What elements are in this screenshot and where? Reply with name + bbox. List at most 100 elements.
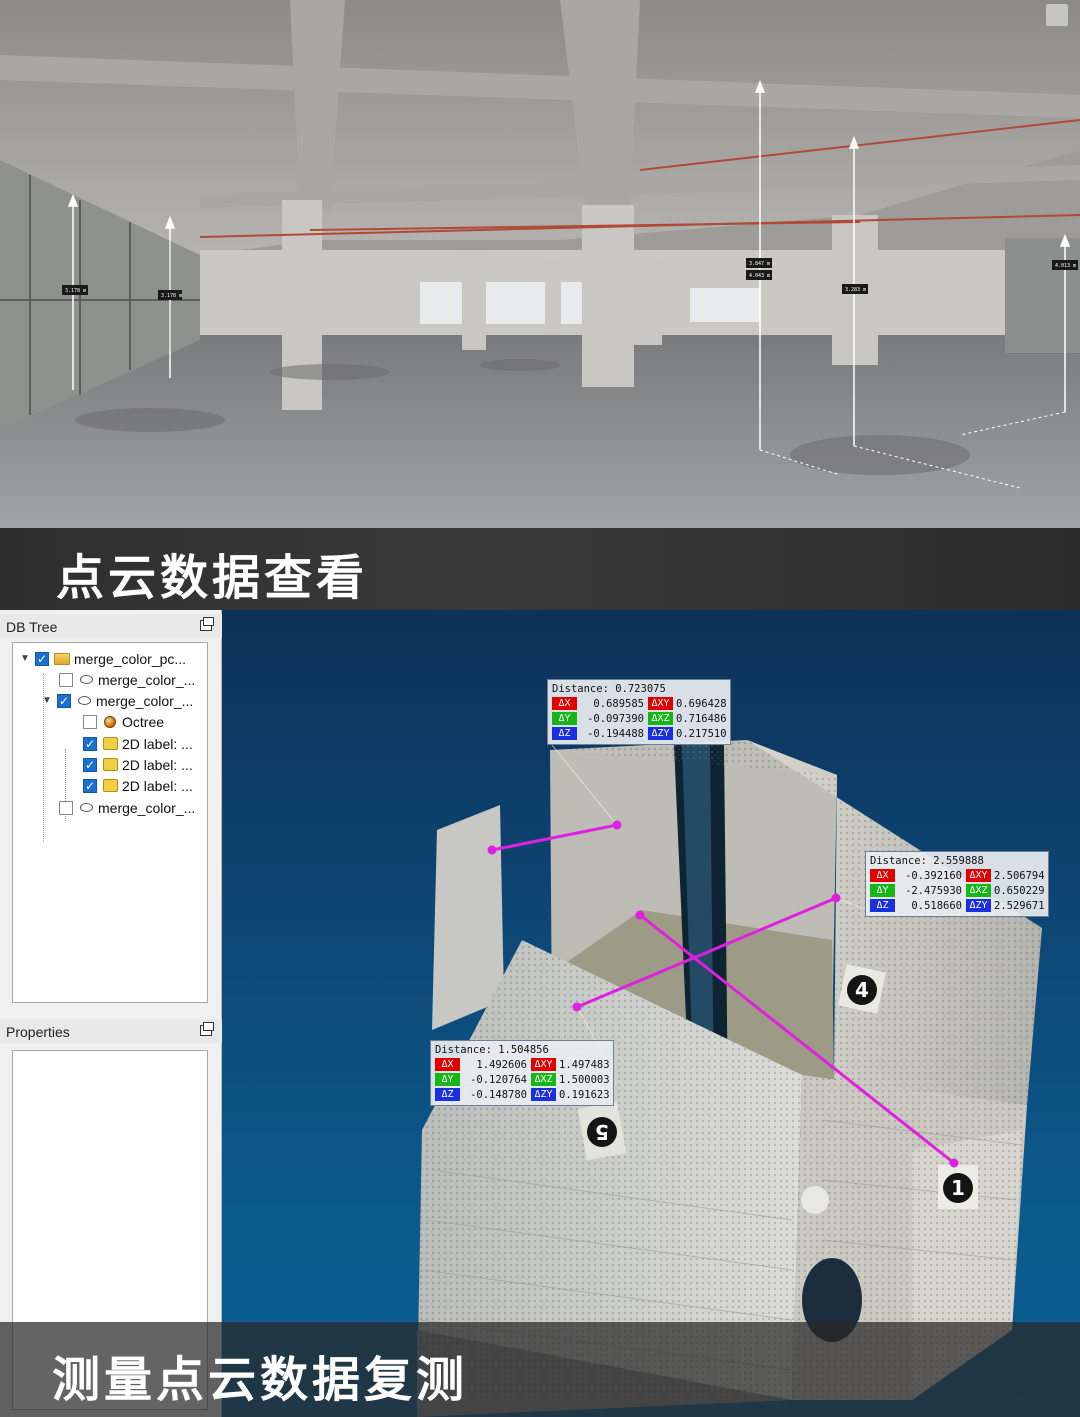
- delta-tag: ΔXZ: [531, 1073, 556, 1086]
- folder-icon: [54, 652, 70, 665]
- point-cloud-icon: [79, 803, 93, 812]
- delta-value: -2.475930: [905, 884, 962, 897]
- delta-tag: ΔZ: [870, 899, 895, 912]
- label-icon: [102, 758, 118, 771]
- delta-tag: ΔZY: [648, 727, 673, 740]
- delta-value: 2.529671: [994, 899, 1045, 912]
- delta-value: -0.097390: [587, 712, 644, 725]
- delta-tag: ΔXZ: [648, 712, 673, 725]
- delta-value: -0.392160: [905, 869, 962, 882]
- block-number-4: 4: [855, 978, 869, 1002]
- delta-tag: ΔY: [870, 884, 895, 897]
- measure-tag-3: 3.847 m: [749, 261, 770, 267]
- delta-tag: ΔXZ: [966, 884, 991, 897]
- delta-value: 0.650229: [994, 884, 1045, 897]
- delta-value: 0.716486: [676, 712, 727, 725]
- delta-value: -0.148780: [470, 1088, 527, 1101]
- octree-icon: [104, 715, 116, 728]
- checkbox-checked[interactable]: ✓: [57, 693, 71, 708]
- tree-item-label: 2D label: ...: [122, 756, 193, 773]
- delta-tag: ΔZY: [966, 899, 991, 912]
- point-cloud-icon: [77, 696, 91, 705]
- tree-item-cloud-2[interactable]: ▼ ✓ merge_color_...: [41, 690, 193, 711]
- delta-value: 0.518660: [911, 899, 962, 912]
- tree-item-label: Octree: [122, 713, 165, 730]
- tree-item-root[interactable]: ▼ ✓ merge_color_pc...: [19, 648, 186, 669]
- delta-tag: ΔY: [552, 712, 577, 725]
- distance-title: Distance: 2.559888: [870, 855, 984, 867]
- label-icon: [102, 737, 118, 750]
- delta-value: 0.217510: [676, 727, 727, 740]
- delta-tag: ΔY: [435, 1073, 460, 1086]
- tree-item-label: merge_color_...: [98, 671, 196, 688]
- checkbox-unchecked[interactable]: [59, 672, 73, 687]
- float-icon[interactable]: [200, 1022, 214, 1036]
- delta-value: 1.492606: [476, 1058, 527, 1071]
- top-panel: 3.178 m 3.178 m 3.847 m 4.043 m 3.283 m …: [0, 0, 1080, 610]
- tree-item-label: merge_color_...: [98, 799, 196, 816]
- tree-item-label: 2D label: ...: [122, 735, 193, 752]
- checkbox-unchecked[interactable]: [59, 800, 73, 815]
- tree-item-label: 2D label: ...: [122, 777, 193, 794]
- corner-icon: [1046, 4, 1068, 26]
- checkbox-unchecked[interactable]: [83, 714, 97, 729]
- delta-tag: ΔZY: [531, 1088, 556, 1101]
- properties-title: Properties: [6, 1024, 70, 1040]
- tree-item-cloud-3[interactable]: merge_color_...: [59, 797, 195, 818]
- tree-item-label: merge_color_...: [96, 692, 194, 709]
- left-dock: DB Tree ▼ ✓ merge_color_pc... merge_colo…: [0, 610, 222, 1417]
- top-caption-bar: 点云数据查看: [0, 528, 1080, 610]
- distance-label-1[interactable]: Distance: 0.723075 ΔX 0.689585 ΔXY 0.696428…: [547, 679, 731, 745]
- tree-item-octree[interactable]: Octree: [83, 711, 164, 732]
- 3d-viewport[interactable]: 4 5 1 Distance: 0.723075 ΔX 0.689585 ΔXY…: [222, 610, 1080, 1417]
- db-tree-title: DB Tree: [6, 619, 58, 635]
- point-cloud-scene-image: 3.178 m 3.178 m 3.847 m 4.043 m 3.283 m …: [0, 0, 1080, 528]
- delta-value: -0.120764: [470, 1073, 527, 1086]
- delta-tag: ΔZ: [552, 727, 577, 740]
- delta-tag: ΔXY: [966, 869, 991, 882]
- delta-tag: ΔZ: [435, 1088, 460, 1101]
- cloudcompare-window: DB Tree ▼ ✓ merge_color_pc... merge_colo…: [0, 610, 1080, 1417]
- point-cloud-icon: [79, 675, 93, 684]
- label-icon: [102, 779, 118, 792]
- delta-value: -0.194488: [587, 727, 644, 740]
- delta-value: 1.500003: [559, 1073, 610, 1086]
- tree-item-label-1[interactable]: ✓ 2D label: ...: [83, 733, 193, 754]
- distance-title: Distance: 1.504856: [435, 1044, 549, 1056]
- delta-tag: ΔX: [552, 697, 577, 710]
- db-tree-panel[interactable]: ▼ ✓ merge_color_pc... merge_color_... ▼ …: [12, 642, 208, 1003]
- db-tree-header: DB Tree: [0, 614, 222, 638]
- expand-arrow-icon[interactable]: ▼: [41, 695, 53, 707]
- delta-value: 0.689585: [593, 697, 644, 710]
- tree-item-label-2[interactable]: ✓ 2D label: ...: [83, 754, 193, 775]
- bottom-caption: 测量点云数据复测: [52, 1352, 469, 1408]
- expand-arrow-icon[interactable]: ▼: [19, 653, 31, 665]
- checkbox-checked[interactable]: ✓: [83, 736, 97, 751]
- delta-value: 0.696428: [676, 697, 727, 710]
- delta-value: 2.506794: [994, 869, 1045, 882]
- distance-label-2[interactable]: Distance: 2.559888 ΔX -0.392160 ΔXY 2.50679…: [865, 851, 1049, 917]
- measure-tag-4: 4.043 m: [749, 273, 770, 279]
- delta-value: 0.191623: [559, 1088, 610, 1101]
- measure-tag-1: 3.178 m: [65, 288, 86, 294]
- block-number-5: 5: [595, 1120, 609, 1144]
- float-icon[interactable]: [200, 617, 214, 631]
- delta-tag: ΔXY: [648, 697, 673, 710]
- bottom-caption-bar: 测量点云数据复测: [0, 1322, 1080, 1417]
- checkbox-checked[interactable]: ✓: [35, 651, 49, 666]
- properties-header: Properties: [0, 1019, 222, 1043]
- block-number-1: 1: [951, 1176, 965, 1200]
- tree-item-label: merge_color_pc...: [74, 650, 187, 667]
- tree-item-label-3[interactable]: ✓ 2D label: ...: [83, 775, 193, 796]
- delta-tag: ΔX: [870, 869, 895, 882]
- checkbox-checked[interactable]: ✓: [83, 778, 97, 793]
- checkbox-checked[interactable]: ✓: [83, 757, 97, 772]
- measure-tag-6: 4.013 m: [1055, 263, 1076, 269]
- distance-label-3[interactable]: Distance: 1.504856 ΔX 1.492606 ΔXY 1.497483…: [430, 1040, 614, 1106]
- tree-item-cloud-1[interactable]: merge_color_...: [59, 669, 195, 690]
- delta-tag: ΔXY: [531, 1058, 556, 1071]
- measure-tag-5: 3.283 m: [845, 287, 866, 293]
- delta-value: 1.497483: [559, 1058, 610, 1071]
- delta-tag: ΔX: [435, 1058, 460, 1071]
- top-caption: 点云数据查看: [56, 550, 369, 606]
